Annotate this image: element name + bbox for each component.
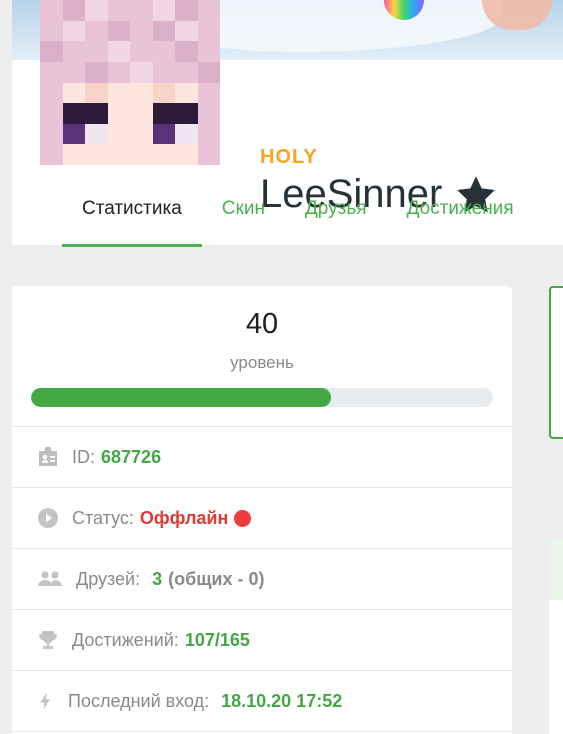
users-icon xyxy=(38,571,62,586)
tab-statistics[interactable]: Статистика xyxy=(62,190,202,247)
level-block: 40 уровень xyxy=(12,286,512,427)
friends-row: Друзей: 3 (общих - 0) xyxy=(12,549,512,610)
play-circle-icon xyxy=(38,508,58,528)
level-value: 40 xyxy=(245,308,279,340)
bolt-icon xyxy=(40,692,51,710)
side-panel xyxy=(549,286,563,439)
tab-skin[interactable]: Скин xyxy=(202,190,285,247)
achievements-value: 107/165 xyxy=(184,629,250,650)
id-label: ID: xyxy=(72,446,96,467)
stats-card: 40 уровень ID: 687726 Статус: Оффлайн Др… xyxy=(12,286,512,734)
level-label: уровень xyxy=(230,353,294,372)
friends-value: 3 xyxy=(152,568,163,589)
level-progress-bar xyxy=(31,388,493,407)
achievements-row: Достижений: 107/165 xyxy=(12,610,512,671)
tab-friends[interactable]: Друзья xyxy=(285,190,387,247)
id-row: ID: 687726 xyxy=(12,427,512,488)
trophy-icon xyxy=(39,631,57,649)
achievements-label: Достижений: xyxy=(72,629,179,650)
last-login-value: 18.10.20 17:52 xyxy=(221,690,343,711)
status-value: Оффлайн xyxy=(139,507,229,528)
skin-avatar xyxy=(40,0,220,165)
offline-dot-icon xyxy=(234,509,252,527)
id-value: 687726 xyxy=(101,446,162,467)
profile-tabs: Статистика Скин Друзья Достижения xyxy=(62,190,534,247)
friends-common: (общих - 0) xyxy=(168,568,265,589)
level-progress-fill xyxy=(31,388,332,407)
last-login-row: Последний вход: 18.10.20 17:52 xyxy=(12,671,512,732)
status-row: Статус: Оффлайн xyxy=(12,488,512,549)
friends-label: Друзей: xyxy=(76,568,141,589)
status-label: Статус: xyxy=(72,507,134,528)
rank-label: HOLY xyxy=(260,146,318,168)
side-panel-lower xyxy=(549,540,563,734)
id-card-icon xyxy=(39,447,57,466)
last-login-label: Последний вход: xyxy=(68,690,210,711)
tab-achievements[interactable]: Достижения xyxy=(387,190,534,247)
